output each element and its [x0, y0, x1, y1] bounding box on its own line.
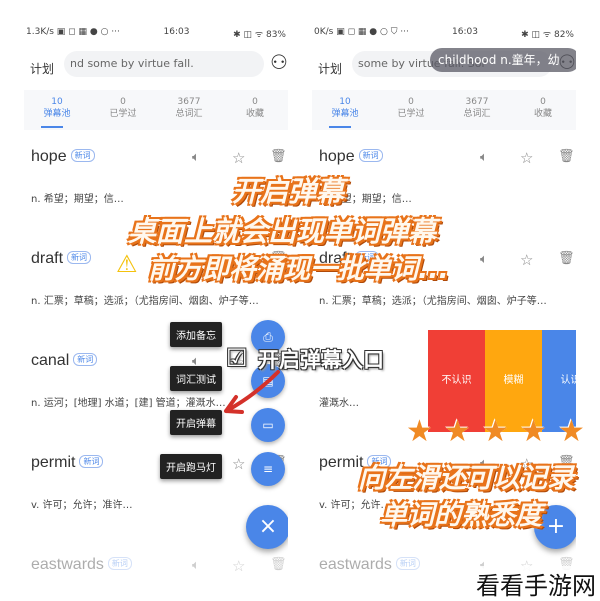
overlay-caption-2: 桌面上就会出现单词弹幕	[128, 215, 437, 248]
overlay-swipe-caption-2: 单词的熟悉度	[380, 500, 542, 531]
overlay-caption-1: 开启弹幕	[232, 175, 345, 208]
checkbox-icon: ☑	[226, 344, 248, 372]
overlay-caption-3: 前方即将涌现一批单词...	[148, 254, 449, 285]
star-3: ★	[520, 414, 547, 449]
star-4: ★	[558, 414, 585, 449]
warning-icon: ⚠	[116, 250, 138, 278]
star-0: ★	[406, 414, 433, 449]
star-2: ★	[482, 414, 509, 449]
overlay-swipe-caption-1: 向左滑还可以记录	[358, 463, 574, 494]
watermark: 看看手游网	[474, 566, 598, 601]
star-1: ★	[444, 414, 471, 449]
overlay-entry-caption: 开启弹幕入口	[258, 348, 384, 372]
